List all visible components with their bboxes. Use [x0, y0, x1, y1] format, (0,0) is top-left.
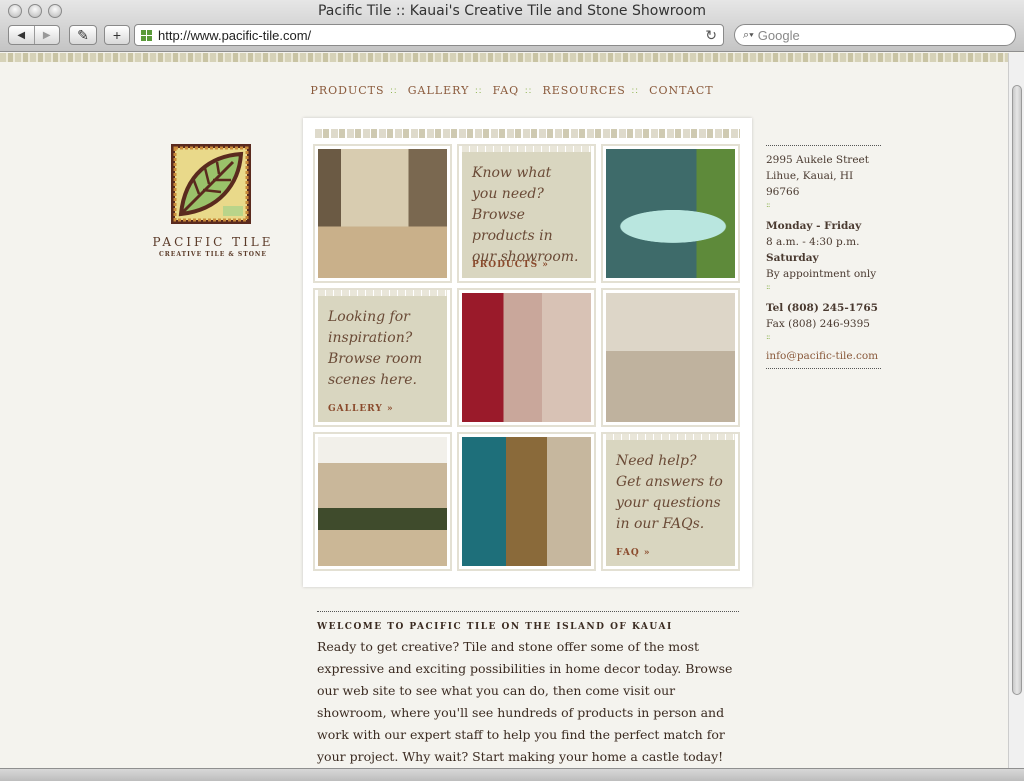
faq-tile[interactable]: Need help? Get answers to your questions… [601, 432, 740, 571]
leaf-mosaic-icon [171, 144, 251, 224]
url-input[interactable]: http://www.pacific-tile.com/ [158, 28, 705, 43]
nav-gallery[interactable]: GALLERY [408, 84, 470, 97]
divider [766, 368, 881, 369]
bathroom-photo [462, 293, 591, 422]
history-buttons: ◀ ▶ [8, 25, 60, 45]
feature-grid: Know what you need? Browse products in o… [313, 144, 742, 571]
patio-photo [318, 437, 447, 566]
reload-icon[interactable]: ↻ [705, 27, 717, 44]
telephone: Tel (808) 245-1765 [766, 302, 878, 314]
edit-bookmark-button[interactable]: ✎ [69, 25, 97, 45]
new-tab-button[interactable]: + [104, 25, 130, 45]
search-icon: ⌕▾ [743, 28, 754, 41]
photo-pool[interactable] [457, 432, 596, 571]
search-input[interactable]: Google [758, 28, 800, 43]
photo-kitchen[interactable] [313, 144, 452, 283]
gallery-tile-text: Looking for inspiration? Browse room sce… [328, 309, 423, 388]
nav-separator-icon: ∷ [475, 87, 483, 97]
city-address: Lihue, Kauai, HI 96766 [766, 170, 854, 198]
dots-divider-icon: :: [766, 200, 770, 209]
email-link[interactable]: info@pacific-tile.com [766, 350, 878, 362]
welcome-heading: WELCOME TO PACIFIC TILE ON THE ISLAND OF… [317, 622, 673, 632]
logo-tagline: CREATIVE TILE & STONE [159, 251, 267, 258]
divider [317, 611, 739, 612]
feature-grid-panel: Know what you need? Browse products in o… [303, 118, 752, 587]
weekday-hours: 8 a.m. - 4:30 p.m. [766, 236, 860, 248]
plus-icon: + [112, 27, 122, 43]
address-bar[interactable]: http://www.pacific-tile.com/ ↻ [134, 24, 724, 46]
browser-toolbar: Pacific Tile :: Kauai's Creative Tile an… [0, 0, 1024, 52]
mosaic-border [315, 129, 740, 138]
mosaic-border [0, 53, 1008, 62]
nav-resources[interactable]: RESOURCES [542, 84, 625, 97]
welcome-body: Ready to get creative? Tile and stone of… [317, 639, 733, 764]
welcome-section: WELCOME TO PACIFIC TILE ON THE ISLAND OF… [317, 611, 739, 768]
vertical-scrollbar[interactable] [1008, 53, 1024, 768]
products-tile-text: Know what you need? Browse products in o… [472, 165, 579, 265]
photo-vessel-sink[interactable] [601, 144, 740, 283]
photo-bathroom[interactable] [457, 288, 596, 427]
weekday-label: Monday - Friday [766, 220, 862, 232]
photo-stone-patio[interactable] [313, 432, 452, 571]
faq-link[interactable]: FAQ » [616, 548, 650, 558]
photo-living-room[interactable] [601, 288, 740, 427]
nav-separator-icon: ∷ [525, 87, 532, 97]
pencil-icon: ✎ [77, 26, 89, 43]
nav-separator-icon: ∷ [631, 87, 639, 97]
nav-separator-icon: ∷ [390, 87, 398, 97]
sink-photo [606, 149, 735, 278]
kitchen-photo [318, 149, 447, 278]
living-room-photo [606, 293, 735, 422]
main-nav: PRODUCTS ∷ GALLERY ∷ FAQ ∷ RESOURCES ∷ CONTA… [0, 84, 1008, 97]
gallery-link[interactable]: GALLERY » [328, 404, 394, 414]
back-button[interactable]: ◀ [9, 26, 34, 44]
dots-divider-icon: :: [766, 282, 770, 291]
contact-sidebar: 2995 Aukele Street Lihue, Kauai, HI 9676… [766, 145, 881, 369]
street-address: 2995 Aukele Street [766, 154, 869, 166]
site-logo[interactable]: PACIFIC TILE CREATIVE TILE & STONE [138, 144, 288, 258]
search-bar[interactable]: ⌕▾ Google [734, 24, 1016, 46]
saturday-hours: By appointment only [766, 268, 877, 280]
saturday-label: Saturday [766, 252, 819, 264]
pool-photo [462, 437, 591, 566]
products-tile[interactable]: Know what you need? Browse products in o… [457, 144, 596, 283]
fax: Fax (808) 246-9395 [766, 318, 870, 330]
status-bar [0, 768, 1024, 781]
scroll-thumb[interactable] [1012, 85, 1022, 695]
faq-tile-text: Need help? Get answers to your questions… [616, 453, 723, 532]
products-link[interactable]: PRODUCTS » [472, 260, 549, 270]
nav-contact[interactable]: CONTACT [649, 84, 714, 97]
site-favicon-icon [141, 29, 152, 41]
nav-faq[interactable]: FAQ [493, 84, 520, 97]
forward-button[interactable]: ▶ [33, 26, 60, 44]
logo-name: PACIFIC TILE [152, 235, 274, 249]
divider [766, 145, 881, 146]
dots-divider-icon: :: [766, 332, 770, 341]
window-title: Pacific Tile :: Kauai's Creative Tile an… [317, 3, 706, 19]
page-viewport: PRODUCTS ∷ GALLERY ∷ FAQ ∷ RESOURCES ∷ CONTA… [0, 53, 1008, 768]
gallery-tile[interactable]: Looking for inspiration? Browse room sce… [313, 288, 452, 427]
nav-products[interactable]: PRODUCTS [310, 84, 384, 97]
